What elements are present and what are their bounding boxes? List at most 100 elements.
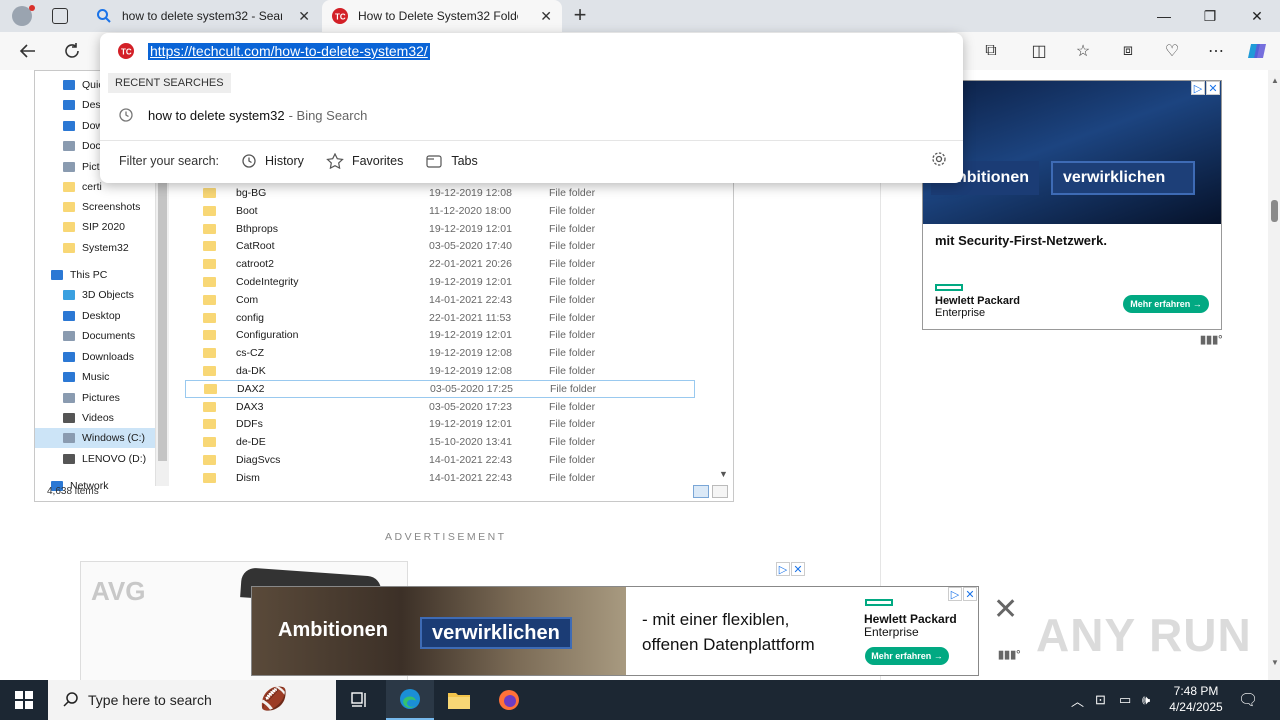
file-name: Bthprops [236,222,279,235]
file-row[interactable]: catroot2 22-01-2021 20:26 File folder [185,255,695,273]
file-row[interactable]: DAX3 03-05-2020 17:23 File folder [185,398,695,416]
edge-taskbar-button[interactable] [386,680,434,720]
recent-search-item[interactable]: how to delete system32 - Bing Search [100,100,963,130]
svg-text:TC: TC [335,13,346,22]
file-row[interactable]: de-DE 15-10-2020 13:41 File folder [185,433,695,451]
file-name: Com [236,293,259,306]
scroll-down-icon[interactable]: ▼ [1271,658,1279,667]
refresh-button[interactable] [57,36,87,66]
scroll-up-icon[interactable]: ▲ [1271,76,1279,85]
file-type: File folder [549,418,596,431]
task-view-icon [351,692,366,707]
folder-icon [203,241,216,252]
ad-text-line1: - mit einer flexiblen, [642,610,790,629]
taskbar-clock[interactable]: 7:48 PM 4/24/2025 [1166,683,1226,715]
notifications-icon[interactable]: 🗨 [1238,680,1258,720]
folder-icon [203,205,216,216]
file-row[interactable]: DDFs 19-12-2019 12:01 File folder [185,415,695,433]
file-type: File folder [549,187,596,199]
browser-essentials-button[interactable]: ♡ [1157,36,1187,66]
file-date: 11-12-2020 18:00 [429,204,512,217]
file-row[interactable]: CodeIntegrity 19-12-2019 12:01 File folder [185,273,695,291]
volume-icon[interactable]: 🕪 [1142,680,1150,720]
clock-date: 4/24/2025 [1169,700,1223,714]
filter-history-button[interactable]: History [241,153,304,169]
firefox-taskbar-button[interactable] [485,680,533,720]
file-row[interactable]: Dism 14-01-2021 22:43 File folder [185,469,695,487]
adchoices-icon[interactable]: ▷ [776,562,790,576]
scroll-thumb[interactable] [1271,200,1278,222]
gear-icon[interactable] [931,151,947,167]
brand-line1: Hewlett Packard [935,295,1020,307]
close-tab-icon[interactable]: ✕ [298,8,310,25]
meet-now-icon[interactable]: ⊡ [1095,680,1106,720]
close-window-button[interactable]: ✕ [1234,0,1280,32]
ad-hero-image [923,81,1221,224]
file-row[interactable]: Configuration 19-12-2019 12:01 File folder [185,326,695,344]
file-date: 19-12-2019 12:01 [429,222,512,235]
file-name: CatRoot [236,240,275,253]
close-sticky-ad-icon[interactable]: ✕ [993,595,1018,625]
file-row[interactable]: bg-BG 19-12-2019 12:08 File folder [185,184,695,202]
adchoices-icon[interactable]: ▷ [1191,81,1205,95]
folder-icon [204,383,217,394]
page-scrollbar[interactable]: ▲ ▼ [1268,70,1280,680]
filter-history-label: History [265,153,304,168]
file-explorer-taskbar-button[interactable] [435,680,483,720]
back-arrow-icon [19,44,35,58]
settings-menu-button[interactable]: ⋯ [1201,36,1231,66]
file-name: bg-BG [236,187,267,199]
filter-tabs-button[interactable]: Tabs [425,153,478,169]
new-tab-button[interactable]: + [568,4,592,28]
history-icon [242,153,256,168]
tab-bing-search[interactable]: how to delete system32 - Search ✕ [86,0,320,32]
hpe-bottom-ad[interactable]: Ambitionen verwirklichen - mit einer fle… [251,586,979,676]
file-row[interactable]: da-DK 19-12-2019 12:08 File folder [185,362,695,380]
close-tab-icon[interactable]: ✕ [540,8,552,25]
copilot-button[interactable] [1243,36,1273,66]
file-row[interactable]: DiagSvcs 14-01-2021 22:43 File folder [185,451,695,469]
address-input[interactable]: https://techcult.com/how-to-delete-syste… [148,43,430,60]
tab-techcult[interactable]: TC How to Delete System32 Folder in ✕ [322,0,562,32]
file-type: File folder [549,329,596,342]
task-view-button[interactable] [336,680,384,720]
file-type: File folder [549,204,596,217]
file-row[interactable]: Boot 11-12-2020 18:00 File folder [185,202,695,220]
hpe-sidebar-ad[interactable]: ▷ ✕ Ambitionen verwirklichen mit Securit… [922,80,1222,330]
restore-button[interactable]: ❐ [1187,0,1233,32]
file-name: Boot [236,204,258,217]
file-name: DiagSvcs [236,454,281,466]
file-row[interactable]: cs-CZ 19-12-2019 12:08 File folder [185,344,695,362]
file-row[interactable]: CatRoot 03-05-2020 17:40 File folder [185,237,695,255]
minimize-button[interactable]: — [1141,0,1187,32]
tab-actions-icon[interactable] [52,8,68,24]
more-info-button[interactable]: Mehr erfahren → [865,647,949,665]
file-row[interactable]: Bthprops 19-12-2019 12:01 File folder [185,220,695,238]
file-row[interactable]: DAX2 03-05-2020 17:25 File folder [185,379,695,398]
ad-pill-right: verwirklichen [420,617,572,649]
file-name: DDFs [236,418,263,431]
ad-close-icon[interactable]: ✕ [791,562,805,576]
file-row[interactable]: config 22-01-2021 11:53 File folder [185,309,695,327]
favorites-button[interactable]: ☆ [1068,36,1098,66]
file-type: File folder [549,240,596,253]
filter-favorites-button[interactable]: Favorites [326,152,403,169]
more-icon: ⋯ [1208,43,1224,60]
ad-network-logo-icon: ▮▮▮° [998,649,1021,661]
show-hidden-icons-button[interactable]: ︿ [1071,680,1084,720]
network-icon[interactable]: ▭ [1119,680,1131,720]
extensions-button[interactable]: ⧉ [976,36,1006,66]
adchoices-icon[interactable]: ▷ [948,587,962,601]
file-row[interactable]: Com 14-01-2021 22:43 File folder [185,291,695,309]
file-type: File folder [549,365,596,377]
back-button[interactable] [13,36,43,66]
ad-close-icon[interactable]: ✕ [1206,81,1220,95]
file-date: 19-12-2019 12:08 [429,347,512,360]
taskbar-search[interactable]: Type here to search 🏈 [48,680,336,720]
start-button[interactable] [0,680,48,720]
ad-close-icon[interactable]: ✕ [963,587,977,601]
file-name: CodeIntegrity [236,276,299,288]
more-info-button[interactable]: Mehr erfahren → [1123,295,1209,313]
split-screen-button[interactable]: ◫ [1024,36,1054,66]
collections-button[interactable]: ⧈ [1113,36,1143,66]
